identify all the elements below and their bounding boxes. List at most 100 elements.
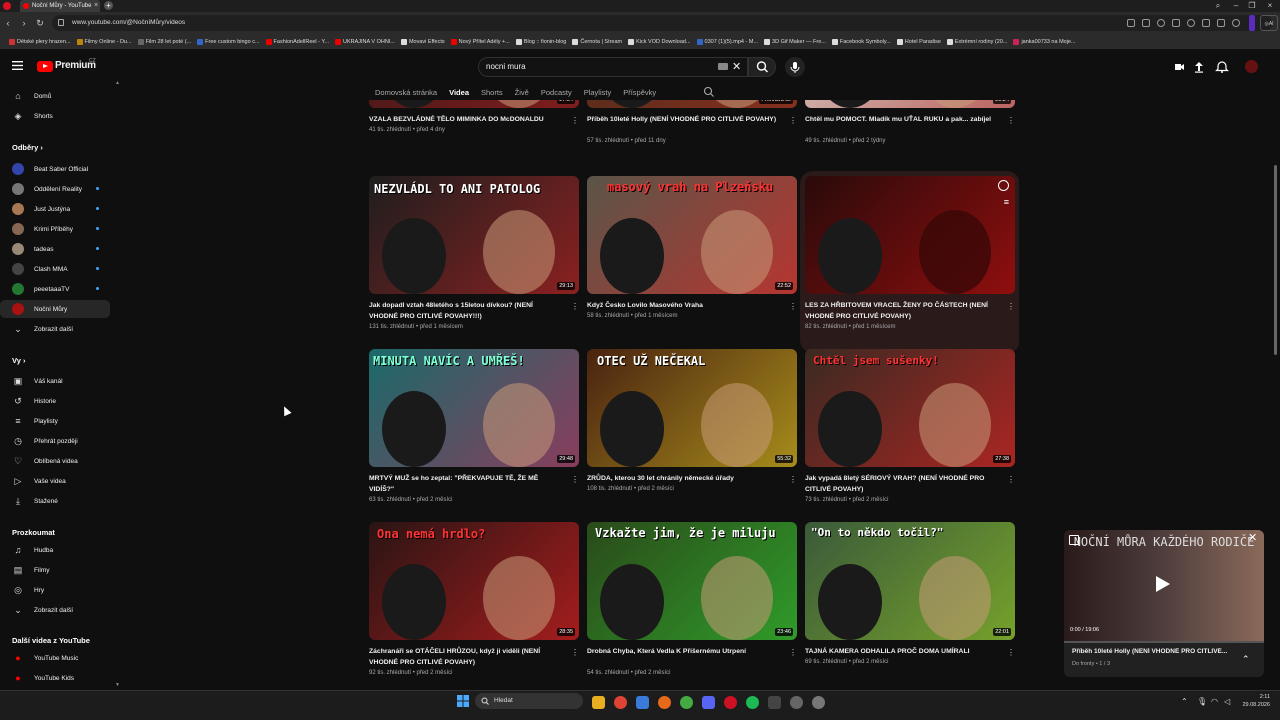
channel-tab[interactable]: Shorts bbox=[481, 88, 503, 97]
firefox-icon[interactable] bbox=[658, 696, 671, 709]
video-card[interactable]: masový vrah na Plzeňsku 22:52 Když Česko L… bbox=[587, 176, 797, 348]
search-tabs-icon[interactable]: ⌕ bbox=[1210, 0, 1226, 12]
bookmark-item[interactable]: Kick VOD Download... bbox=[625, 38, 693, 45]
bookmark-item[interactable]: Černota | Stream bbox=[569, 38, 625, 45]
video-more-options-icon[interactable]: ⋮ bbox=[571, 116, 579, 125]
sidebar-item[interactable]: ♡ Oblíbená videa bbox=[0, 452, 110, 470]
sidebar-item[interactable]: ⤓ Stažené bbox=[0, 492, 110, 510]
app-icon[interactable] bbox=[636, 696, 649, 709]
sidebar-section-heading[interactable]: Prozkoumat bbox=[12, 528, 55, 537]
create-icon[interactable] bbox=[1172, 60, 1186, 74]
video-thumbnail[interactable]: 29:24 bbox=[805, 100, 1015, 108]
sidebar-section-heading[interactable]: Vy › bbox=[12, 356, 26, 365]
bookmark-item[interactable]: Dětské plery hrazen... bbox=[6, 38, 74, 45]
miniplayer[interactable]: NOČNÍ MŮRA KAŽDÉHO RODIČE ✕ 0:00 / 19:06… bbox=[1064, 530, 1264, 677]
video-thumbnail[interactable]: Ona nemá hrdlo? 28:35 bbox=[369, 522, 579, 640]
bookmark-item[interactable]: UKRAJINA V OHNI... bbox=[332, 38, 398, 45]
spotify-icon[interactable] bbox=[746, 696, 759, 709]
video-more-options-icon[interactable]: ⋮ bbox=[1007, 116, 1015, 125]
close-window-button[interactable]: × bbox=[1262, 0, 1278, 12]
video-thumbnail[interactable]: Přehrává se bbox=[587, 100, 797, 108]
notifications-bell-icon[interactable] bbox=[1215, 60, 1229, 74]
bookmark-item[interactable]: Free custom bingo c... bbox=[194, 38, 262, 45]
sidebar-item[interactable]: ◈ Shorts bbox=[0, 107, 110, 125]
taskbar-search[interactable]: Hledat bbox=[475, 693, 583, 709]
video-title[interactable]: LES ZA HŘBITOVEM VRACEL ŽENY PO ČÁSTECH … bbox=[805, 300, 995, 322]
video-title[interactable]: Když Česko Lovilo Masového Vraha bbox=[587, 300, 777, 311]
channel-tab[interactable]: Živě bbox=[515, 88, 529, 97]
keyboard-icon[interactable] bbox=[718, 63, 728, 70]
video-more-options-icon[interactable]: ⋮ bbox=[789, 302, 797, 311]
sidebar-item[interactable]: ▤ Filmy bbox=[0, 561, 110, 579]
voice-search-icon[interactable] bbox=[785, 57, 805, 77]
sidebar-item[interactable]: ⌄ Zobrazit další bbox=[0, 601, 110, 619]
sidebar-subscription[interactable]: tadeas bbox=[0, 240, 110, 258]
video-thumbnail[interactable]: "On to někdo točil?" 22:01 bbox=[805, 522, 1015, 640]
video-card[interactable]: Ona nemá hrdlo? 28:35 Záchranáři se OTÁČEL… bbox=[369, 522, 579, 690]
opera-icon[interactable] bbox=[724, 696, 737, 709]
channel-search-icon[interactable] bbox=[703, 86, 715, 98]
video-card[interactable]: Vzkažte jim, že je miluju 23:46 Drobná Chy… bbox=[587, 522, 797, 690]
sidebar-item[interactable]: ● YouTube Kids bbox=[0, 669, 110, 687]
maximize-button[interactable]: ❐ bbox=[1244, 0, 1260, 12]
miniplayer-close-icon[interactable]: ✕ bbox=[1248, 531, 1257, 544]
app3-icon[interactable] bbox=[768, 696, 781, 709]
channel-tab[interactable]: Playlisty bbox=[584, 88, 612, 97]
sidebar-subscription[interactable]: Just Justýna bbox=[0, 200, 110, 218]
file-explorer-icon[interactable] bbox=[592, 696, 605, 709]
video-thumbnail[interactable]: masový vrah na Plzeňsku 22:52 bbox=[587, 176, 797, 294]
app4-icon[interactable] bbox=[790, 696, 803, 709]
video-title[interactable]: VZALA BEZVLÁDNÉ TĚLO MIMINKA DO McDONALD… bbox=[369, 114, 559, 125]
video-more-options-icon[interactable]: ⋮ bbox=[571, 648, 579, 657]
page-scrollbar-thumb[interactable] bbox=[1274, 165, 1277, 355]
sidebar-item[interactable]: ≡ Playlisty bbox=[0, 412, 110, 430]
video-thumbnail[interactable]: OTEC UŽ NEČEKAL 55:32 bbox=[587, 349, 797, 467]
watch-later-icon[interactable] bbox=[998, 180, 1009, 191]
video-card[interactable]: "On to někdo točil?" 22:01 TAJNÁ KAMERA OD… bbox=[805, 522, 1015, 690]
profile-icon[interactable] bbox=[1232, 19, 1240, 27]
menu-icon[interactable] bbox=[1217, 19, 1225, 27]
miniplayer-progress[interactable] bbox=[1064, 641, 1264, 643]
miniplayer-expand-queue-icon[interactable]: ⌃ bbox=[1242, 654, 1250, 665]
sidebar-item[interactable]: ◷ Přehrát později bbox=[0, 432, 110, 450]
video-more-options-icon[interactable]: ⋮ bbox=[789, 648, 797, 657]
sidebar-scrollbar[interactable]: ▲ ▼ bbox=[114, 78, 120, 690]
video-title[interactable]: ZRŮDA, kterou 30 let chránily německé úř… bbox=[587, 473, 777, 484]
bookmark-item[interactable]: Hotel Paradise bbox=[894, 38, 944, 45]
extension-icon[interactable] bbox=[1157, 19, 1165, 27]
video-card[interactable]: MINUTA NAVÍC A UMŘEŠ! 29:48 MRTVÝ MUŽ se h… bbox=[369, 349, 579, 521]
volume-icon[interactable]: ◁ bbox=[1224, 697, 1230, 706]
sidebar-item[interactable]: ⌂ Domů bbox=[0, 87, 110, 105]
player-icon[interactable] bbox=[1172, 19, 1180, 27]
youtube-logo-icon[interactable] bbox=[37, 61, 53, 72]
video-title[interactable]: Drobná Chyba, Která Vedla K Přišernému U… bbox=[587, 646, 777, 657]
url-text[interactable]: www.youtube.com/@NočníMůry/videos bbox=[72, 15, 185, 31]
bookmark-item[interactable]: 3D Gif Maker — Fre... bbox=[761, 38, 829, 45]
video-more-options-icon[interactable]: ⋮ bbox=[789, 475, 797, 484]
bookmark-item[interactable]: FashionAdellReel - Y... bbox=[263, 38, 332, 45]
favorites-icon[interactable] bbox=[1187, 19, 1195, 27]
video-more-options-icon[interactable]: ⋮ bbox=[571, 302, 579, 311]
video-title[interactable]: Chtěl mu POMOCT. Mladík mu UŤAL RUKU a p… bbox=[805, 114, 995, 125]
video-card[interactable]: OTEC UŽ NEČEKAL 55:32 ZRŮDA, kterou 30 let… bbox=[587, 349, 797, 521]
search-button[interactable] bbox=[748, 57, 776, 77]
reload-icon[interactable]: ↻ bbox=[34, 16, 46, 30]
search-input[interactable]: nocni mura bbox=[486, 57, 526, 77]
video-thumbnail[interactable]: NEZVLÁDL TO ANI PATOLOG 29:13 bbox=[369, 176, 579, 294]
bookmark-item[interactable]: Extrémní rodiny (20... bbox=[944, 38, 1011, 45]
video-card[interactable]: Chtěl jsem sušenky! 27:38 Jak vypadá 8letý… bbox=[805, 349, 1015, 521]
video-more-options-icon[interactable]: ⋮ bbox=[1007, 475, 1015, 484]
video-more-options-icon[interactable]: ⋮ bbox=[1007, 648, 1015, 657]
browser-tab[interactable]: Noční Můry - YouTube bbox=[20, 0, 100, 12]
video-more-options-icon[interactable]: ⋮ bbox=[571, 475, 579, 484]
ai-button[interactable]: ◎AI bbox=[1260, 15, 1278, 31]
back-icon[interactable]: ‹ bbox=[2, 16, 14, 30]
video-thumbnail[interactable]: Chtěl jsem sušenky! 27:38 bbox=[805, 349, 1015, 467]
forward-icon[interactable]: › bbox=[18, 16, 30, 30]
video-thumbnail[interactable]: 27:54 bbox=[369, 100, 579, 108]
video-card[interactable]: ≡ LES ZA HŘBITOVEM VRACEL ŽENY PO ČÁSTECH… bbox=[805, 176, 1015, 348]
video-title[interactable]: Příběh 10leté Holly (NENÍ VHODNÉ PRO CIT… bbox=[587, 114, 777, 125]
address-bar[interactable] bbox=[52, 15, 1272, 31]
taskbar-clock[interactable]: 2:11 29.08.2026 bbox=[1238, 693, 1270, 709]
upload-icon[interactable] bbox=[1192, 60, 1206, 74]
